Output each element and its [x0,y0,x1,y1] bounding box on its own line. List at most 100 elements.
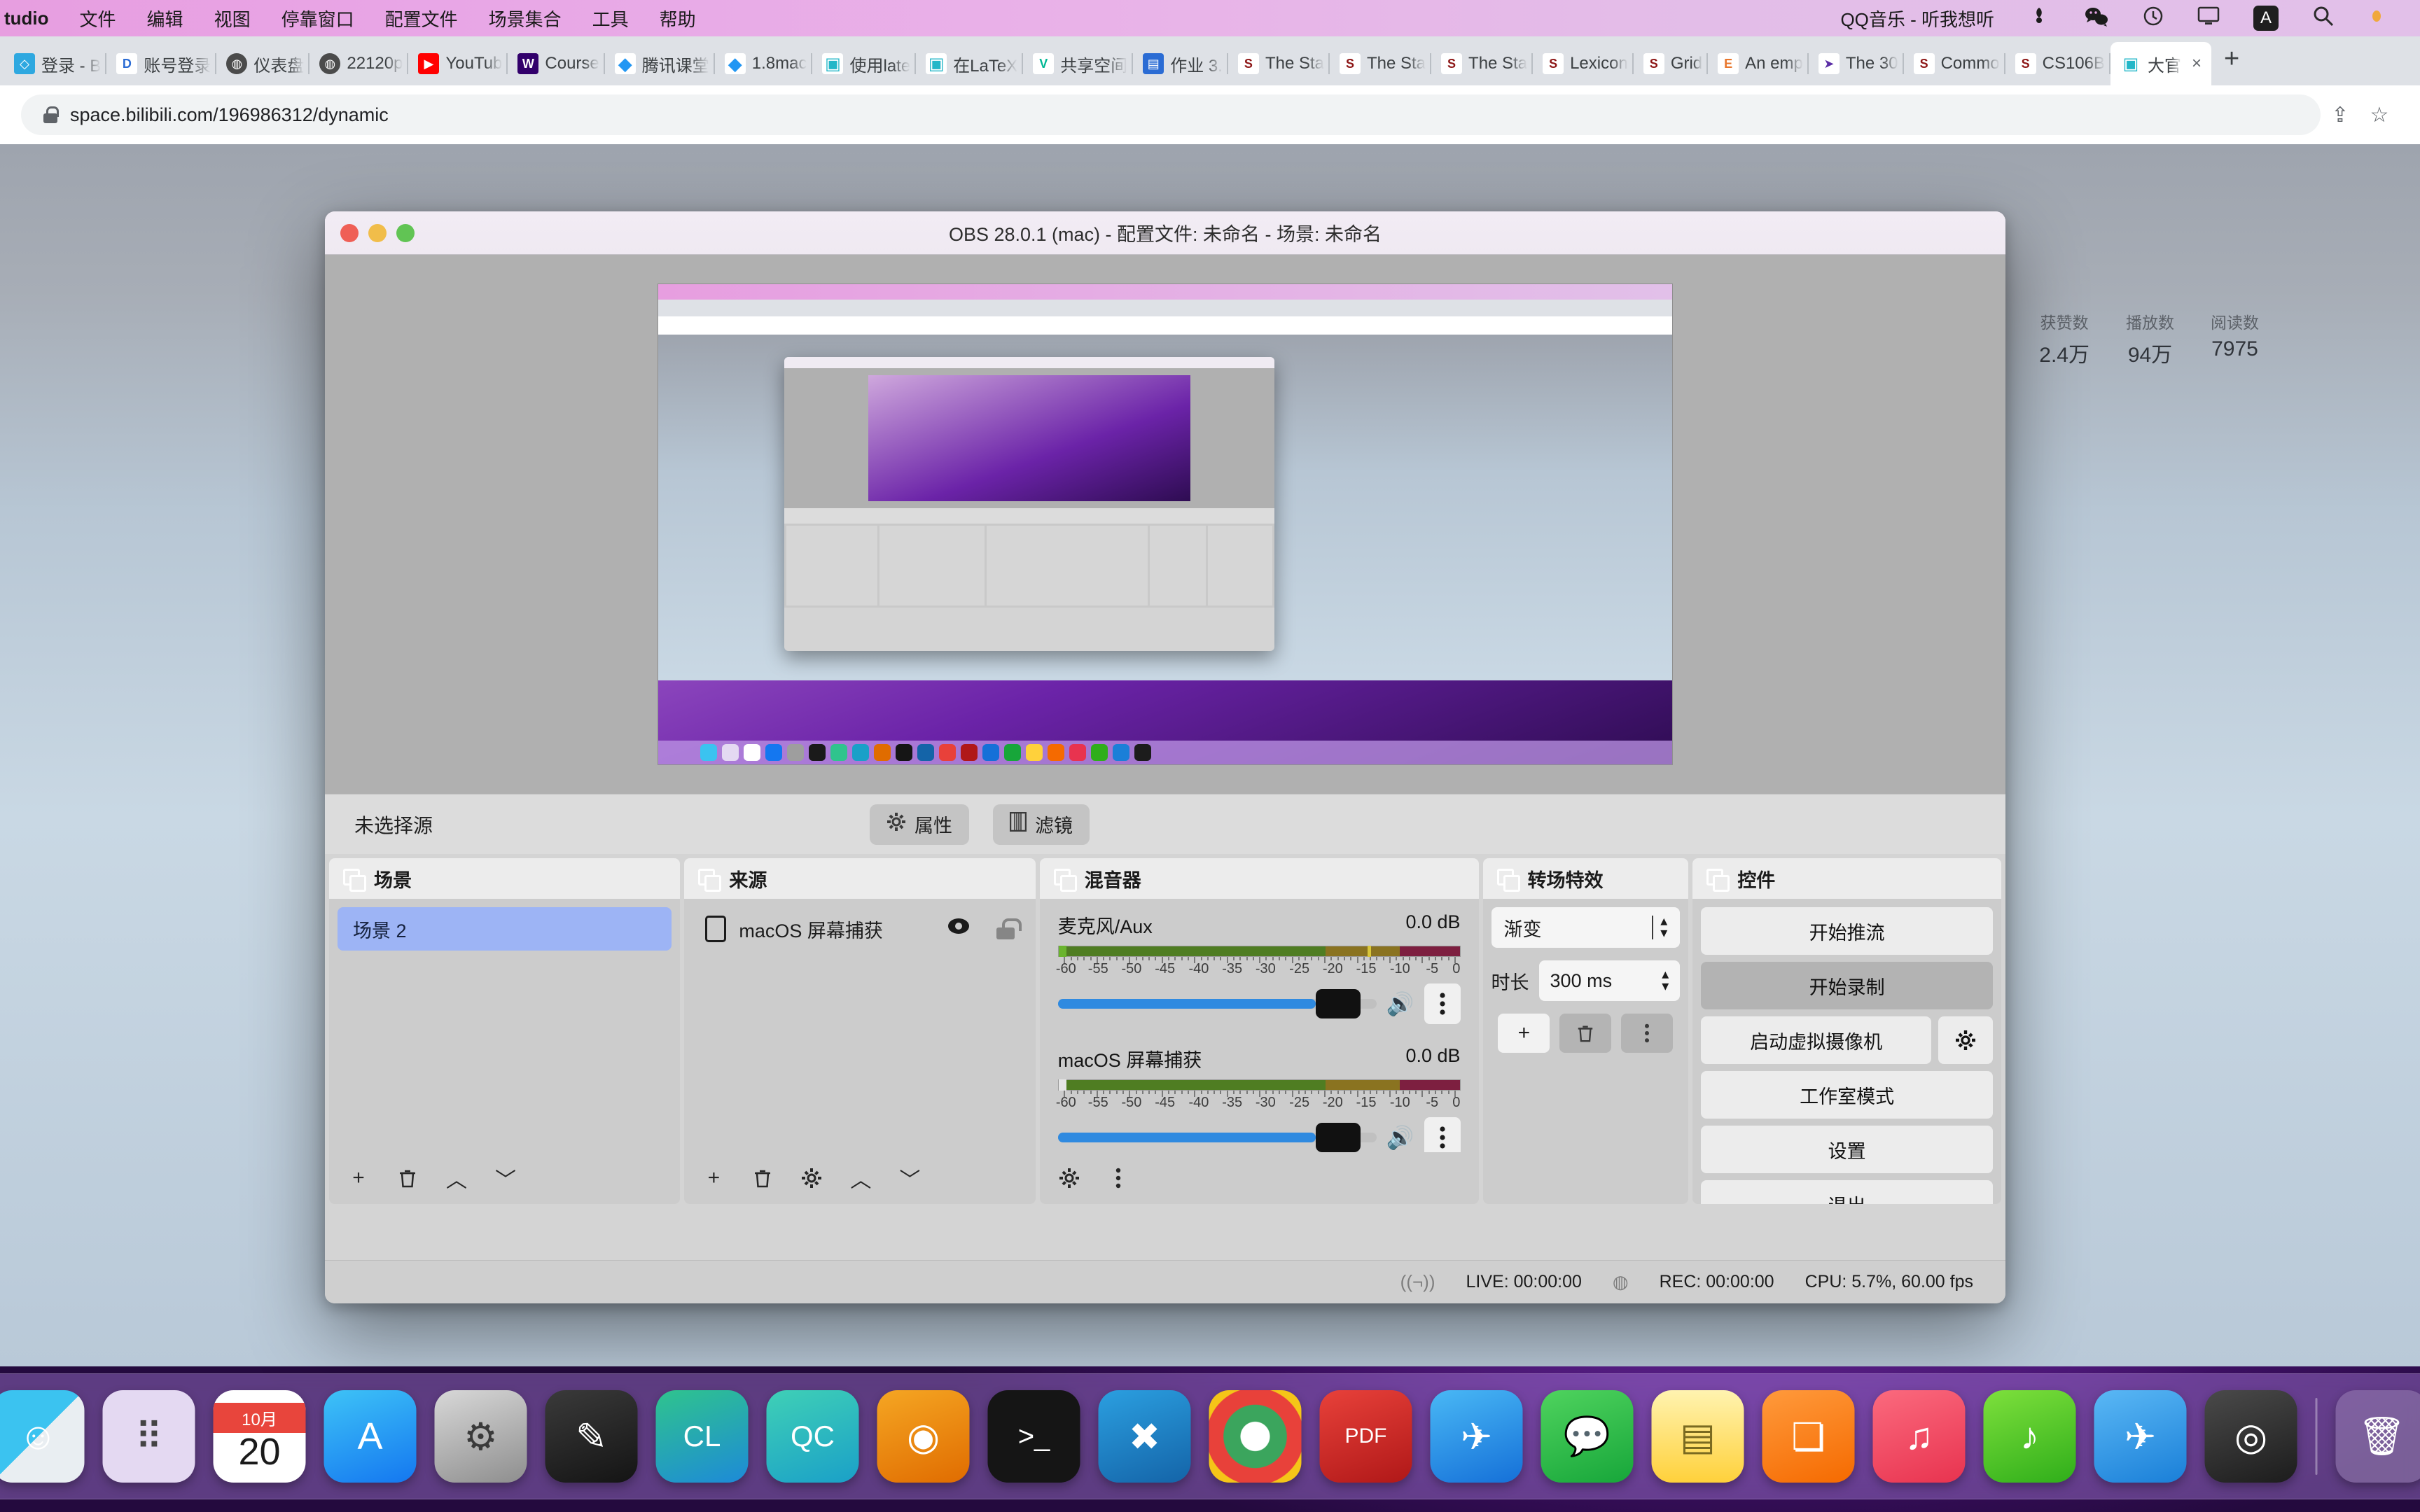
dock-mixer-header[interactable]: 混音器 [1039,858,1479,899]
browser-tab[interactable]: S The Sta [1431,42,1534,85]
studio-mode-button[interactable]: 工作室模式 [1701,1071,1993,1119]
audio-settings-button[interactable] [1050,1160,1089,1196]
move-scene-down-button[interactable]: ﹀ [486,1160,525,1196]
dock-item-notes[interactable]: ▤ [1651,1390,1744,1483]
browser-tab[interactable]: ◍ 仪表盘 [216,42,310,85]
mixer-options-button[interactable] [1424,1117,1461,1152]
filters-button[interactable]: 滤镜 [993,804,1090,845]
source-list[interactable]: macOS 屏幕捕获 [684,899,1035,1152]
dock-transitions-header[interactable]: 转场特效 [1482,858,1689,899]
browser-tab-active[interactable]: ▣ 大官 × [2110,42,2212,85]
dock-item-vscode[interactable]: ✖ [1098,1390,1191,1483]
wechat-icon[interactable] [2067,5,2126,32]
dock-grip-icon[interactable] [698,869,722,892]
maximize-window-button[interactable] [396,223,415,242]
browser-tab[interactable]: S Lexicon [1533,42,1634,85]
menu-item-edit[interactable]: 编辑 [132,6,199,31]
mute-icon[interactable]: 🔊 [1386,990,1414,1017]
eye-icon[interactable] [947,917,970,941]
dock-item-books[interactable]: ❏ [1762,1390,1855,1483]
move-scene-up-button[interactable]: ︿ [437,1160,476,1196]
slider-knob[interactable] [1316,989,1361,1018]
browser-tab[interactable]: S The Sta [1228,42,1330,85]
dock-item-launchpad[interactable]: ⠿ [102,1390,195,1483]
source-properties-button[interactable] [792,1160,831,1196]
start-virtual-camera-button[interactable]: 启动虚拟摄像机 [1701,1016,1931,1064]
obs-preview-canvas[interactable] [325,255,2005,794]
move-source-up-button[interactable]: ︿ [841,1160,880,1196]
dock-item-wechat[interactable]: 💬 [1541,1390,1634,1483]
dock-item-finder[interactable]: ☺ [0,1390,85,1483]
minimize-window-button[interactable] [368,223,387,242]
menu-item-view[interactable]: 视图 [199,6,266,31]
share-icon[interactable]: ⇪ [2321,95,2360,134]
transition-select[interactable]: 渐变 ▴ ▾ [1491,907,1681,948]
exit-button[interactable]: 退出 [1701,1180,1993,1204]
dock-item-trash[interactable]: 🗑 [2335,1390,2420,1483]
browser-tab[interactable]: E An emp [1708,42,1809,85]
transition-options-button[interactable] [1621,1014,1674,1053]
menu-item-help[interactable]: 帮助 [644,6,711,31]
browser-tab[interactable]: ◍ 22120p [310,42,409,85]
dock-item-chrome[interactable] [1209,1390,1302,1483]
backup-icon[interactable] [2126,6,2181,31]
browser-tab[interactable]: D 账号登录 [106,42,217,85]
volume-slider[interactable] [1057,1123,1377,1152]
menu-item-scene-collection[interactable]: 场景集合 [473,6,577,31]
dock-item-inkscape[interactable]: ✎ [545,1390,638,1483]
menu-app-name[interactable]: tudio [0,8,64,29]
browser-tab[interactable]: ◇ 登录 - B [4,42,107,85]
bookmark-icon[interactable]: ☆ [2360,95,2399,134]
start-streaming-button[interactable]: 开始推流 [1701,907,1993,955]
source-list-item[interactable]: macOS 屏幕捕获 [693,907,1027,951]
browser-tab[interactable]: W Course [508,42,606,85]
browser-tab[interactable]: ◆ 1.8mac [715,42,813,85]
browser-tab[interactable]: S CS106B [2005,42,2111,85]
browser-tab[interactable]: ▣ 使用late [812,42,916,85]
add-source-button[interactable]: + [694,1160,733,1196]
dock-item-app-store[interactable]: A [324,1390,417,1483]
browser-tab[interactable]: ▶ YouTub [408,42,508,85]
remove-source-button[interactable] [743,1160,782,1196]
input-source-icon[interactable]: A [2237,6,2295,31]
menu-item-file[interactable]: 文件 [64,6,132,31]
control-center-icon[interactable] [2351,8,2402,29]
new-tab-button[interactable]: + [2211,44,2252,78]
settings-button[interactable]: 设置 [1701,1126,1993,1173]
browser-tab[interactable]: S Grid [1634,42,1709,85]
search-icon[interactable] [2295,5,2351,32]
menu-item-profile[interactable]: 配置文件 [370,6,473,31]
dock-grip-icon[interactable] [343,869,366,892]
browser-tab[interactable]: S Commo [1904,42,2005,85]
mixer-menu-button[interactable] [1099,1160,1138,1196]
dock-item-terminal[interactable]: >_ [987,1390,1080,1483]
chevron-updown-icon[interactable]: ▴ ▾ [1652,914,1667,940]
dock-item-mail[interactable]: ✈ [1430,1390,1523,1483]
browser-tab[interactable]: ▣ 在LaTeX [916,42,1024,85]
add-scene-button[interactable]: + [339,1160,378,1196]
add-transition-button[interactable]: + [1498,1014,1550,1053]
chevron-updown-icon[interactable]: ▴ ▾ [1662,967,1669,993]
mute-icon[interactable]: 🔊 [1386,1124,1414,1151]
close-window-button[interactable] [340,223,359,242]
scene-list[interactable]: 场景 2 [329,899,680,1152]
volume-slider[interactable] [1057,989,1377,1018]
mixer-options-button[interactable] [1424,983,1461,1024]
browser-tab[interactable]: ▤ 作业 3. [1133,42,1228,85]
move-source-down-button[interactable]: ﹀ [890,1160,929,1196]
remove-scene-button[interactable] [388,1160,427,1196]
dock-item-clion[interactable]: CL [655,1390,749,1483]
address-bar[interactable]: space.bilibili.com/196986312/dynamic [21,94,2321,135]
browser-tab[interactable]: S The Sta [1330,42,1432,85]
dock-scenes-header[interactable]: 场景 [329,858,681,899]
duration-stepper[interactable]: 300 ms ▴ ▾ [1538,960,1681,1001]
start-recording-button[interactable]: 开始录制 [1701,962,1993,1009]
scene-list-item[interactable]: 场景 2 [338,907,672,951]
dock-grip-icon[interactable] [1706,869,1730,892]
browser-tab[interactable]: V 共享空间 [1023,42,1134,85]
tab-close-icon[interactable]: × [2188,54,2206,74]
dock-item-qq-music[interactable]: ♪ [1983,1390,2076,1483]
unlock-icon[interactable] [996,918,1022,939]
dock-item-messenger[interactable]: ✈ [2094,1390,2187,1483]
dock-item-qc[interactable]: QC [766,1390,859,1483]
